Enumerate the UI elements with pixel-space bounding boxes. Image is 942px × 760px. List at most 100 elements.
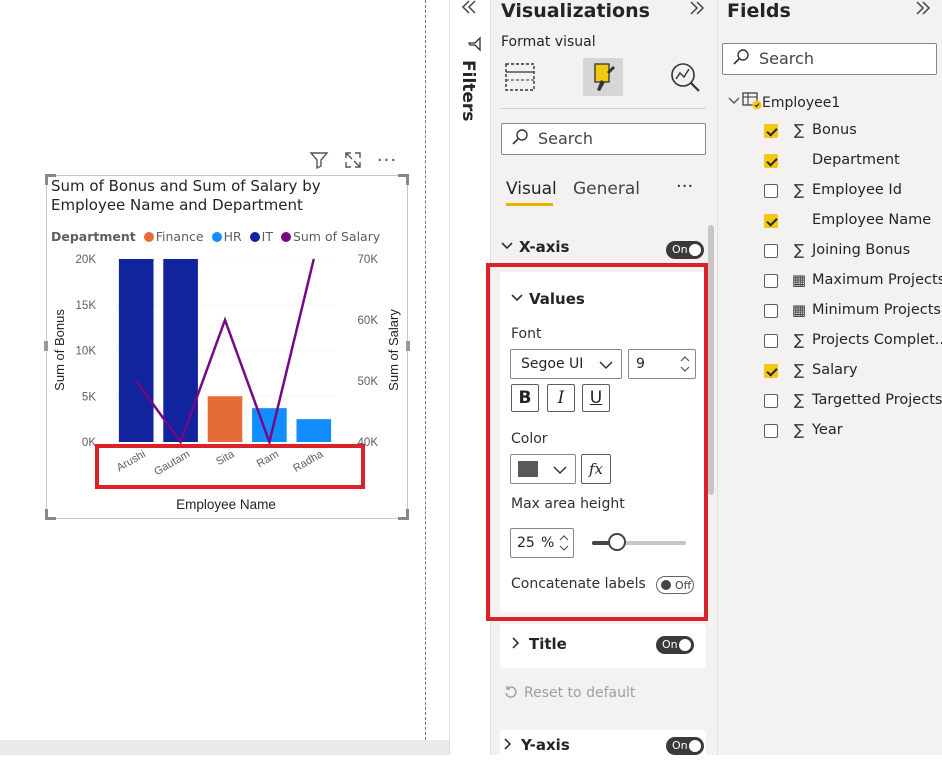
font-size-value: 9	[636, 356, 645, 372]
values-section-header[interactable]: Values	[511, 290, 585, 308]
field-checkbox[interactable]	[764, 274, 778, 288]
analytics-magnifier-icon	[671, 63, 700, 92]
paint-brush-icon	[594, 63, 615, 91]
table-employee1[interactable]: Employee1	[728, 92, 840, 111]
focus-mode-icon[interactable]	[342, 150, 364, 172]
y-tick-label: 20K	[76, 254, 97, 266]
field-item[interactable]: ∑ Year	[764, 421, 942, 443]
bar-radha	[296, 419, 332, 442]
chevron-down-icon	[553, 466, 567, 475]
filter-icon[interactable]	[467, 36, 483, 56]
field-item[interactable]: ∑ Targetted Projects	[764, 391, 942, 413]
format-visual-tab[interactable]	[583, 58, 623, 96]
double-chevron-right-icon[interactable]	[914, 0, 932, 22]
filters-label[interactable]: Filters	[458, 60, 478, 121]
field-name: Targetted Projects	[812, 392, 942, 408]
xaxis-section-header[interactable]: X-axis	[501, 238, 569, 256]
field-checkbox[interactable]	[764, 394, 778, 408]
legend-item-salary[interactable]: Sum of Salary	[280, 229, 381, 244]
underline-button[interactable]: U	[582, 384, 610, 412]
double-chevron-right-icon[interactable]	[688, 0, 706, 22]
bar-sita	[207, 396, 243, 442]
sigma-icon: ∑	[793, 421, 805, 439]
conditional-format-button[interactable]: fx	[581, 454, 611, 484]
sigma-icon: ∑	[793, 361, 805, 379]
legend-item-hr[interactable]: HR	[211, 229, 242, 244]
legend-item-it[interactable]: IT	[249, 229, 273, 244]
reset-to-default-button[interactable]: Reset to default	[504, 685, 635, 701]
field-item[interactable]: ∑ Projects Complet...	[764, 331, 942, 353]
stepper-arrows-icon[interactable]	[679, 353, 691, 375]
concatenate-labels-toggle[interactable]: Off	[656, 576, 694, 594]
max-area-height-input[interactable]: 25 %	[510, 528, 574, 558]
search-icon	[733, 49, 749, 70]
field-checkbox[interactable]	[764, 304, 778, 318]
yaxis-section-header[interactable]: Y-axis	[503, 736, 570, 754]
field-name: Department	[812, 152, 900, 168]
more-options-icon[interactable]: ···	[376, 150, 398, 172]
field-item[interactable]: ∑ Bonus	[764, 121, 942, 143]
field-checkbox[interactable]	[764, 214, 778, 228]
table-grid-icon	[505, 63, 535, 91]
bar-arushi	[118, 259, 154, 442]
canvas-scrollbar[interactable]	[0, 740, 490, 755]
pane-scrollbar[interactable]	[708, 225, 714, 495]
toggle-knob	[689, 244, 701, 256]
slider-handle[interactable]	[608, 533, 626, 551]
toggle-knob	[661, 580, 671, 590]
filter-icon[interactable]	[308, 150, 330, 172]
tab-visual[interactable]: Visual	[506, 179, 557, 199]
field-item[interactable]: ∑ Salary	[764, 361, 942, 383]
title-section-header[interactable]: Title	[511, 635, 567, 653]
xaxis-toggle[interactable]: On	[666, 241, 704, 259]
font-family-select[interactable]: Segoe UI	[510, 349, 622, 379]
field-item[interactable]: ∑ Joining Bonus	[764, 241, 942, 263]
format-search-input[interactable]: Search	[501, 123, 706, 155]
search-placeholder: Search	[759, 49, 814, 68]
field-item[interactable]: Employee Name	[764, 211, 942, 233]
analytics-tab[interactable]	[667, 60, 703, 94]
field-item[interactable]: Department	[764, 151, 942, 173]
title-toggle[interactable]: On	[656, 636, 694, 654]
table-name: Employee1	[762, 95, 841, 111]
table-icon	[742, 92, 762, 110]
field-item[interactable]: ▦ Maximum Projects	[764, 271, 942, 293]
more-options-icon[interactable]: ···	[676, 176, 693, 197]
tab-general[interactable]: General	[573, 179, 640, 199]
field-checkbox[interactable]	[764, 244, 778, 258]
field-item[interactable]: ∑ Employee Id	[764, 181, 942, 203]
fields-search-input[interactable]: Search	[722, 43, 937, 75]
color-picker[interactable]	[510, 454, 576, 484]
field-item[interactable]: ▦ Minimum Projects	[764, 301, 942, 323]
search-placeholder: Search	[538, 129, 593, 148]
y-axis-title: Sum of Bonus	[52, 309, 67, 391]
calculator-icon: ▦	[791, 301, 807, 319]
chevron-down-icon	[501, 242, 513, 250]
yaxis-toggle[interactable]: On	[666, 737, 704, 755]
color-swatch	[518, 461, 538, 477]
legend-dot-icon	[249, 232, 260, 242]
field-checkbox[interactable]	[764, 334, 778, 348]
field-checkbox[interactable]	[764, 184, 778, 198]
italic-button[interactable]: I	[547, 384, 575, 412]
build-visual-tab[interactable]	[503, 60, 539, 94]
legend-label: Sum of Salary	[292, 229, 381, 244]
legend-label: Finance	[155, 229, 204, 244]
resize-handle[interactable]	[398, 174, 409, 185]
stepper-arrows-icon[interactable]	[558, 532, 570, 554]
field-checkbox[interactable]	[764, 424, 778, 438]
concatenate-labels-label: Concatenate labels	[511, 576, 646, 592]
field-checkbox[interactable]	[764, 124, 778, 138]
font-size-stepper[interactable]: 9	[628, 349, 696, 379]
legend-item-finance[interactable]: Finance	[143, 229, 204, 244]
y2-tick-label: 60K	[358, 315, 379, 327]
field-name: Projects Complet...	[812, 332, 942, 348]
values-label: Values	[529, 290, 585, 308]
divider	[500, 108, 706, 109]
bold-button[interactable]: B	[511, 384, 539, 412]
x-axis-title: Employee Name	[176, 497, 276, 512]
double-chevron-left-icon[interactable]	[460, 0, 478, 21]
field-checkbox[interactable]	[764, 154, 778, 168]
legend-dot-icon	[143, 232, 154, 242]
field-checkbox[interactable]	[764, 364, 778, 378]
